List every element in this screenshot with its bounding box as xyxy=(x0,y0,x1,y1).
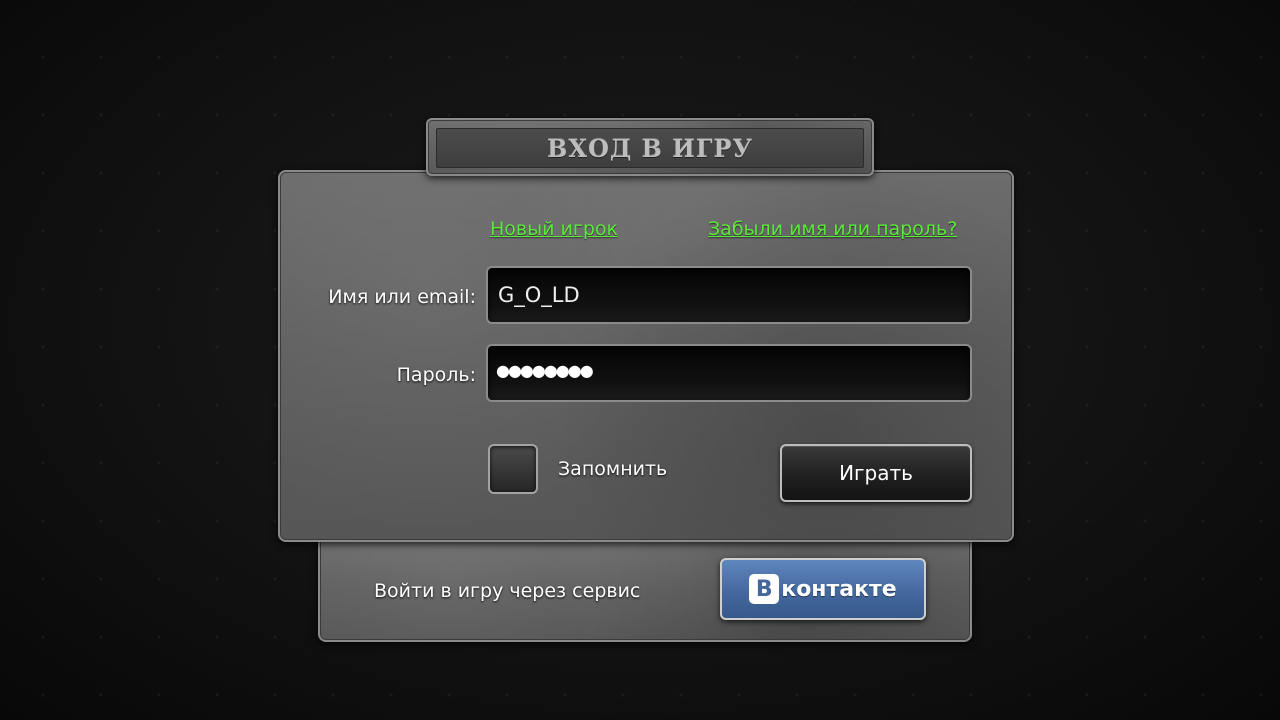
social-login-panel: Войти в игру через сервис В контакте xyxy=(318,540,972,642)
vk-logo-icon: В xyxy=(749,574,780,604)
login-panel: Новый игрок Забыли имя или пароль? Имя и… xyxy=(278,170,1014,542)
social-login-label: Войти в игру через сервис xyxy=(374,580,641,602)
play-button[interactable]: Играть xyxy=(780,444,972,502)
login-label: Имя или email: xyxy=(328,286,476,308)
password-label: Пароль: xyxy=(396,364,476,386)
vkontakte-login-button[interactable]: В контакте xyxy=(720,558,926,620)
login-input[interactable] xyxy=(486,266,972,324)
title-plate: ВХОД В ИГРУ xyxy=(426,118,874,176)
login-screen: ВХОД В ИГРУ Новый игрок Забыли имя или п… xyxy=(0,0,1280,720)
new-player-link[interactable]: Новый игрок xyxy=(490,218,618,240)
remember-label: Запомнить xyxy=(558,458,668,480)
title-inner: ВХОД В ИГРУ xyxy=(436,128,864,168)
page-title: ВХОД В ИГРУ xyxy=(547,133,753,163)
password-input[interactable] xyxy=(486,344,972,402)
remember-checkbox[interactable] xyxy=(488,444,538,494)
forgot-password-link[interactable]: Забыли имя или пароль? xyxy=(708,218,957,240)
vk-button-label: контакте xyxy=(781,576,897,602)
